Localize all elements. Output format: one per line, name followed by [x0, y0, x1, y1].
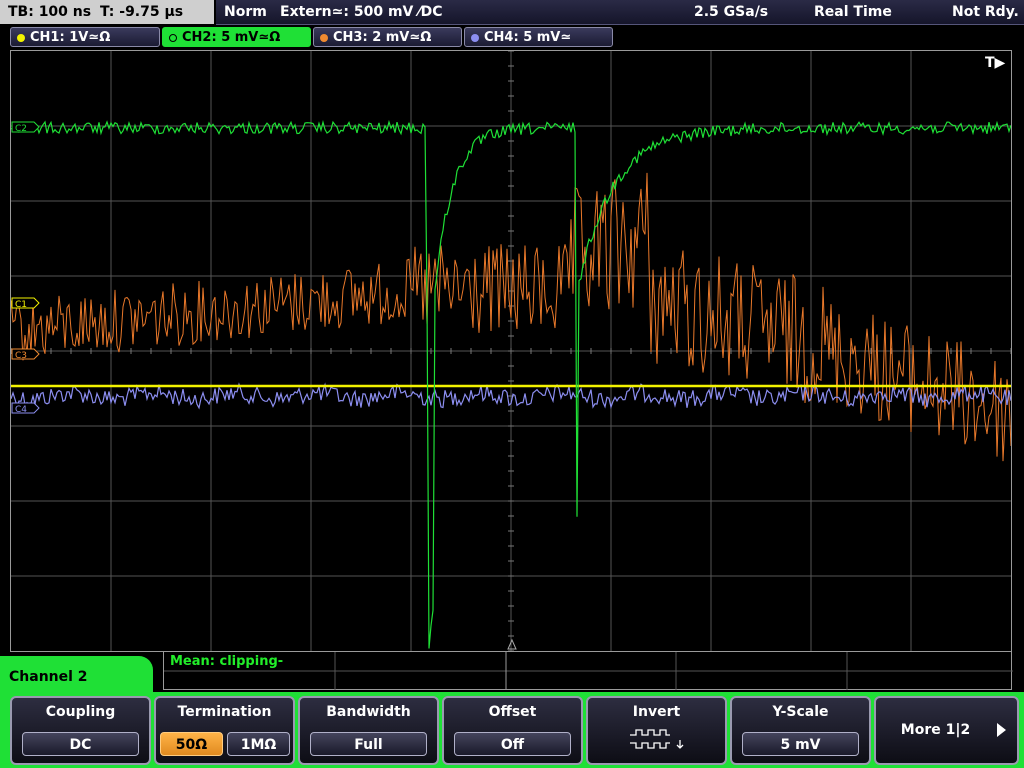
tab-ch4-label: CH4: 5 mV≃ — [484, 30, 572, 45]
offset-softkey[interactable]: Offset Off — [442, 696, 583, 765]
ch4-marker-label: C4 — [15, 405, 27, 415]
bandwidth-label: Bandwidth — [326, 704, 411, 720]
channel-menu-title-text: Channel 2 — [9, 669, 88, 685]
measurement-panel[interactable]: Mean: clipping- — [163, 652, 1013, 690]
tab-ch4[interactable]: CH4: 5 mV≃ — [464, 27, 613, 47]
ch2-ground-marker[interactable]: C2 — [11, 121, 40, 134]
bandwidth-value[interactable]: Full — [310, 732, 427, 756]
acquisition-mode: Real Time — [814, 4, 892, 20]
bandwidth-softkey[interactable]: Bandwidth Full — [298, 696, 439, 765]
invert-pulse-icon — [630, 729, 684, 749]
tab-ch3-label: CH3: 2 mV≃Ω — [333, 30, 432, 45]
next-page-arrow-icon — [997, 723, 1006, 737]
offset-label: Offset — [488, 704, 537, 720]
waveform-canvas: C1 C3 C4 C2 T▶ — [11, 51, 1011, 651]
ch3-color-dot — [320, 34, 328, 42]
ch3-marker-label: C3 — [15, 351, 27, 361]
coupling-value[interactable]: DC — [22, 732, 139, 756]
tab-ch1-label: CH1: 1V≃Ω — [30, 30, 111, 45]
trigger-time-marker[interactable] — [507, 638, 517, 650]
tab-ch3[interactable]: CH3: 2 mV≃Ω — [313, 27, 462, 47]
yscale-value[interactable]: 5 mV — [742, 732, 859, 756]
invert-softkey[interactable]: Invert — [586, 696, 727, 765]
timebase-box[interactable]: TB: 100 ns T: -9.75 µs — [0, 0, 214, 24]
trigger-time-readout: T: -9.75 µs — [100, 4, 184, 20]
waveform-display[interactable]: C1 C3 C4 C2 T▶ — [10, 50, 1012, 652]
termination-label: Termination — [177, 704, 272, 720]
coupling-label: Coupling — [45, 704, 116, 720]
termination-1mohm-option[interactable]: 1MΩ — [227, 732, 290, 756]
tab-ch1[interactable]: CH1: 1V≃Ω — [10, 27, 160, 47]
yscale-softkey[interactable]: Y-Scale 5 mV — [730, 696, 871, 765]
measurement-grid — [164, 652, 1013, 690]
ch2-color-dot — [169, 34, 177, 42]
coupling-softkey[interactable]: Coupling DC — [10, 696, 151, 765]
tab-ch2[interactable]: CH2: 5 mV≃Ω — [162, 27, 311, 47]
tab-ch2-label: CH2: 5 mV≃Ω — [182, 30, 281, 45]
ch1-color-dot — [17, 34, 25, 42]
termination-softkey[interactable]: Termination 50Ω 1MΩ — [154, 696, 295, 765]
trigger-mode: Norm — [224, 4, 267, 20]
ch2-marker-label: C2 — [15, 124, 27, 134]
trigger-status-bar[interactable]: Norm Extern≃: 500 mV ⁄DC 2.5 GSa/s Real … — [216, 0, 1024, 25]
invert-label: Invert — [632, 704, 681, 720]
ch4-color-dot — [471, 34, 479, 42]
ch4-ground-marker[interactable]: C4 — [11, 402, 40, 415]
termination-50ohm-option[interactable]: 50Ω — [160, 732, 223, 756]
more-label: More 1|2 — [900, 722, 971, 738]
timebase-readout: TB: 100 ns — [8, 4, 92, 20]
trigger-source: Extern≃: 500 mV ⁄DC — [280, 4, 443, 20]
sample-rate: 2.5 GSa/s — [694, 4, 769, 20]
ch1-ground-marker[interactable]: C1 — [11, 297, 40, 310]
acquisition-state: Not Rdy. — [952, 4, 1019, 20]
yscale-label: Y-Scale — [772, 704, 829, 720]
trigger-position-marker[interactable]: T▶ — [985, 55, 1006, 71]
offset-value[interactable]: Off — [454, 732, 571, 756]
more-softkey[interactable]: More 1|2 — [874, 696, 1019, 765]
ch1-marker-label: C1 — [15, 300, 27, 310]
ch3-ground-marker[interactable]: C3 — [11, 348, 40, 361]
